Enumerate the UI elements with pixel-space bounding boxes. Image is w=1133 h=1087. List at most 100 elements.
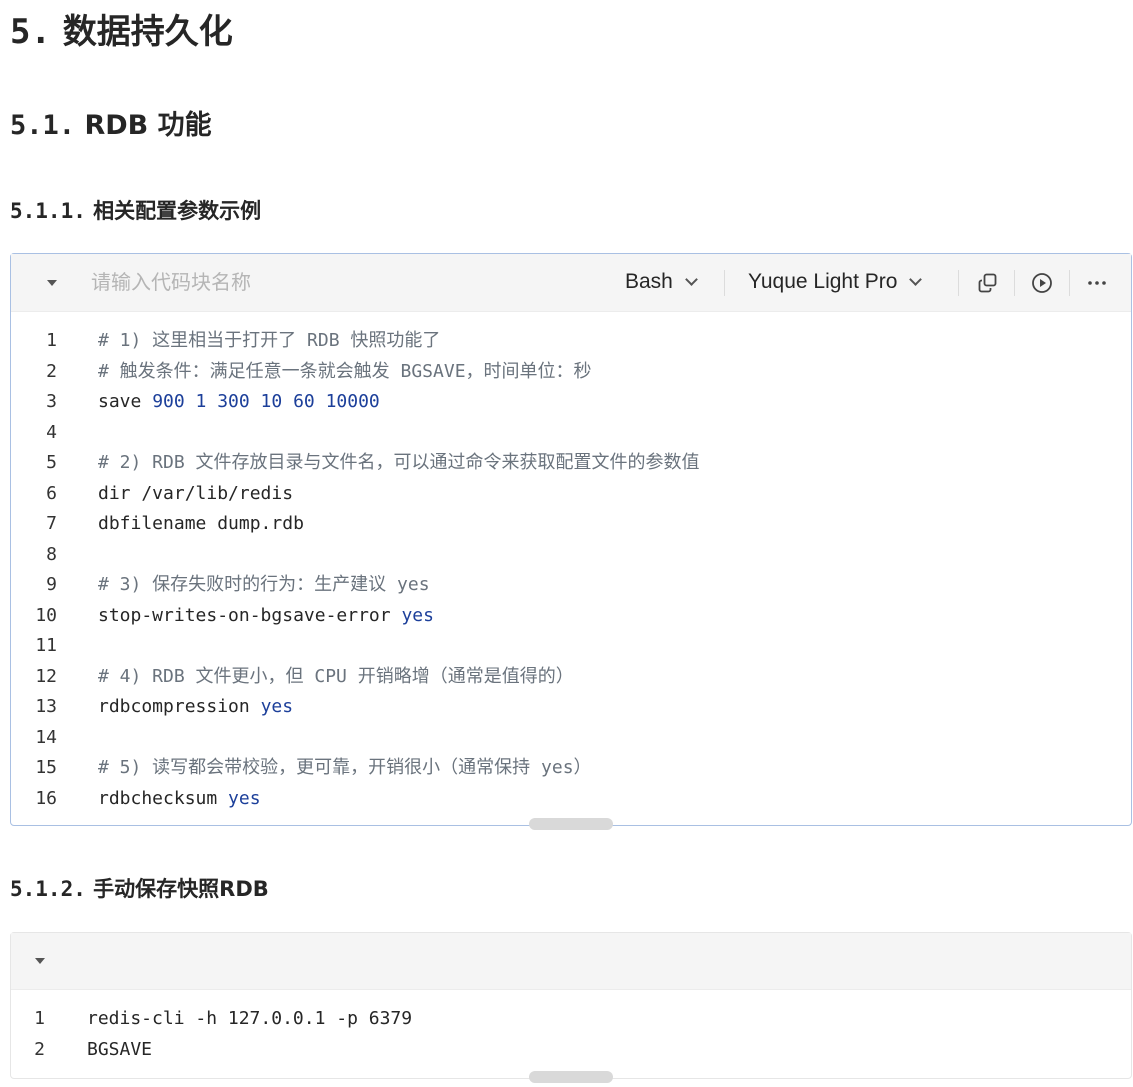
language-select[interactable]: Bash bbox=[625, 267, 698, 297]
code-line[interactable]: 15 # 5) 读写都会带校验，更可靠，开销很小（通常保持 yes） bbox=[11, 753, 1131, 784]
heading-text: 手动保存快照RDB bbox=[93, 877, 269, 901]
toolbar-divider bbox=[1069, 270, 1070, 296]
code-line[interactable]: 2 BGSAVE bbox=[11, 1035, 1131, 1066]
code-text: rdbchecksum yes bbox=[98, 784, 261, 815]
heading-number: 5.1.1. bbox=[10, 199, 86, 223]
line-number: 14 bbox=[35, 726, 57, 748]
line-number: 8 bbox=[46, 543, 57, 565]
code-token: dir /var/lib/redis bbox=[98, 482, 294, 504]
code-text: BGSAVE bbox=[87, 1035, 152, 1066]
heading-5-1-2: 5.1.2. 手动保存快照RDB bbox=[10, 872, 269, 906]
code-token: yes bbox=[260, 696, 294, 717]
code-line[interactable]: 13 rdbcompression yes bbox=[11, 692, 1131, 723]
line-number: 16 bbox=[35, 787, 57, 809]
code-token: rdbcompression bbox=[98, 696, 261, 717]
code-text: rdbcompression yes bbox=[98, 692, 293, 723]
heading-number: 5.1.2. bbox=[10, 877, 86, 901]
code-line[interactable]: 2 # 触发条件：满足任意一条就会触发 BGSAVE，时间单位：秒 bbox=[11, 357, 1131, 388]
code-token: stop-writes-on-bgsave-error bbox=[98, 604, 402, 626]
theme-value: Yuque Light Pro bbox=[748, 270, 898, 293]
code-line[interactable]: 1 redis-cli -h 127.0.0.1 -p 6379 bbox=[11, 1004, 1131, 1035]
code-line[interactable]: 3 save 900 1 300 10 60 10000 bbox=[11, 387, 1131, 418]
code-token: # 5) 读写都会带校验，更可靠，开销很小（通常保持 yes） bbox=[98, 757, 592, 778]
code-text: # 5) 读写都会带校验，更可靠，开销很小（通常保持 yes） bbox=[98, 753, 592, 784]
line-number: 11 bbox=[35, 635, 57, 656]
line-number: 5 bbox=[46, 452, 57, 473]
copy-icon[interactable] bbox=[975, 270, 1001, 296]
code-token: redis-cli -h 127.0.0.1 -p 6379 bbox=[87, 1008, 413, 1029]
line-number: 4 bbox=[46, 421, 57, 443]
code-text: dir /var/lib/redis bbox=[98, 479, 293, 510]
code-line[interactable]: 5 # 2) RDB 文件存放目录与文件名，可以通过命令来获取配置文件的参数值 bbox=[11, 448, 1131, 479]
code-token: # 1) 这里相当于打开了 RDB 快照功能了 bbox=[98, 330, 441, 351]
code-text: redis-cli -h 127.0.0.1 -p 6379 bbox=[87, 1004, 412, 1035]
heading-number: 5. bbox=[10, 12, 51, 52]
code-editor[interactable]: 1 # 1) 这里相当于打开了 RDB 快照功能了 2 # 触发条件：满足任意一条就会… bbox=[11, 326, 1131, 814]
code-text: # 2) RDB 文件存放目录与文件名，可以通过命令来获取配置文件的参数值 bbox=[98, 448, 700, 479]
chevron-down-icon bbox=[685, 273, 698, 286]
code-line[interactable]: 9 # 3) 保存失败时的行为：生产建议 yes bbox=[11, 570, 1131, 601]
code-block-toolbar: Bash Yuque Light Pro bbox=[11, 254, 1131, 312]
line-number: 6 bbox=[46, 482, 57, 504]
code-line[interactable]: 14 bbox=[11, 723, 1131, 754]
code-line[interactable]: 7 dbfilename dump.rdb bbox=[11, 509, 1131, 540]
code-line[interactable]: 6 dir /var/lib/redis bbox=[11, 479, 1131, 510]
code-token: yes bbox=[401, 604, 434, 626]
code-token: # 3) 保存失败时的行为：生产建议 yes bbox=[98, 574, 430, 595]
caret-down-icon[interactable] bbox=[28, 933, 52, 989]
line-number: 2 bbox=[34, 1038, 45, 1060]
code-token: # 触发条件：满足任意一条就会触发 BGSAVE，时间单位：秒 bbox=[98, 360, 592, 382]
line-number: 15 bbox=[35, 757, 57, 778]
line-number: 10 bbox=[35, 604, 57, 626]
caret-down-icon[interactable] bbox=[40, 254, 64, 311]
code-text: # 触发条件：满足任意一条就会触发 BGSAVE，时间单位：秒 bbox=[98, 357, 592, 388]
chevron-down-icon bbox=[909, 273, 923, 286]
code-text: save 900 1 300 10 60 10000 bbox=[98, 387, 380, 418]
horizontal-scrollbar[interactable] bbox=[529, 1071, 613, 1083]
code-block-toolbar bbox=[11, 933, 1131, 990]
code-token: BGSAVE bbox=[87, 1038, 153, 1060]
heading-5-1-1: 5.1.1. 相关配置参数示例 bbox=[10, 194, 261, 228]
code-token: dbfilename dump.rdb bbox=[98, 513, 304, 534]
document-page: 5. 数据持久化 5.1. RDB 功能 5.1.1. 相关配置参数示例 Bas… bbox=[0, 0, 1133, 1087]
code-text: # 3) 保存失败时的行为：生产建议 yes bbox=[98, 570, 430, 601]
code-line[interactable]: 8 bbox=[11, 540, 1131, 571]
code-editor[interactable]: 1 redis-cli -h 127.0.0.1 -p 6379 2 BGSAVE bbox=[11, 1004, 1131, 1065]
code-text: # 4) RDB 文件更小，但 CPU 开销略增（通常是值得的） bbox=[98, 662, 574, 693]
code-line[interactable]: 1 # 1) 这里相当于打开了 RDB 快照功能了 bbox=[11, 326, 1131, 357]
code-line[interactable]: 10 stop-writes-on-bgsave-error yes bbox=[11, 601, 1131, 632]
toolbar-divider bbox=[958, 270, 959, 296]
heading-number: 5.1. bbox=[10, 110, 76, 141]
toolbar-divider bbox=[1014, 270, 1015, 296]
code-text: dbfilename dump.rdb bbox=[98, 509, 304, 540]
code-token: rdbchecksum bbox=[98, 787, 229, 809]
code-token: save bbox=[98, 391, 153, 412]
line-number: 9 bbox=[46, 574, 57, 595]
horizontal-scrollbar[interactable] bbox=[529, 818, 613, 830]
code-line[interactable]: 12 # 4) RDB 文件更小，但 CPU 开销略增（通常是值得的） bbox=[11, 662, 1131, 693]
theme-select[interactable]: Yuque Light Pro bbox=[748, 267, 923, 297]
heading-5: 5. 数据持久化 bbox=[10, 8, 233, 56]
heading-5-1: 5.1. RDB 功能 bbox=[10, 106, 212, 146]
code-line[interactable]: 4 bbox=[11, 418, 1131, 449]
more-icon[interactable] bbox=[1084, 270, 1110, 296]
language-value: Bash bbox=[625, 270, 673, 293]
toolbar-divider bbox=[724, 270, 725, 296]
line-number: 1 bbox=[34, 1008, 45, 1029]
code-token: yes bbox=[228, 787, 261, 809]
line-number: 3 bbox=[46, 391, 57, 412]
code-line[interactable]: 11 bbox=[11, 631, 1131, 662]
line-number: 7 bbox=[46, 513, 57, 534]
line-number: 1 bbox=[46, 330, 57, 351]
play-circle-icon[interactable] bbox=[1029, 270, 1055, 296]
heading-text: 相关配置参数示例 bbox=[93, 199, 262, 223]
code-text: stop-writes-on-bgsave-error yes bbox=[98, 601, 434, 632]
code-token: # 2) RDB 文件存放目录与文件名，可以通过命令来获取配置文件的参数值 bbox=[98, 452, 700, 473]
code-block-bgsave[interactable]: 1 redis-cli -h 127.0.0.1 -p 6379 2 BGSAVE bbox=[10, 932, 1132, 1079]
code-block-name-input[interactable] bbox=[91, 267, 491, 297]
code-block-config[interactable]: Bash Yuque Light Pro 1 # 1) 这里相当于打开了 RDB … bbox=[10, 253, 1132, 826]
code-text: # 1) 这里相当于打开了 RDB 快照功能了 bbox=[98, 326, 440, 357]
code-token: # 4) RDB 文件更小，但 CPU 开销略增（通常是值得的） bbox=[98, 665, 574, 687]
code-line[interactable]: 16 rdbchecksum yes bbox=[11, 784, 1131, 815]
line-number: 2 bbox=[46, 360, 57, 382]
